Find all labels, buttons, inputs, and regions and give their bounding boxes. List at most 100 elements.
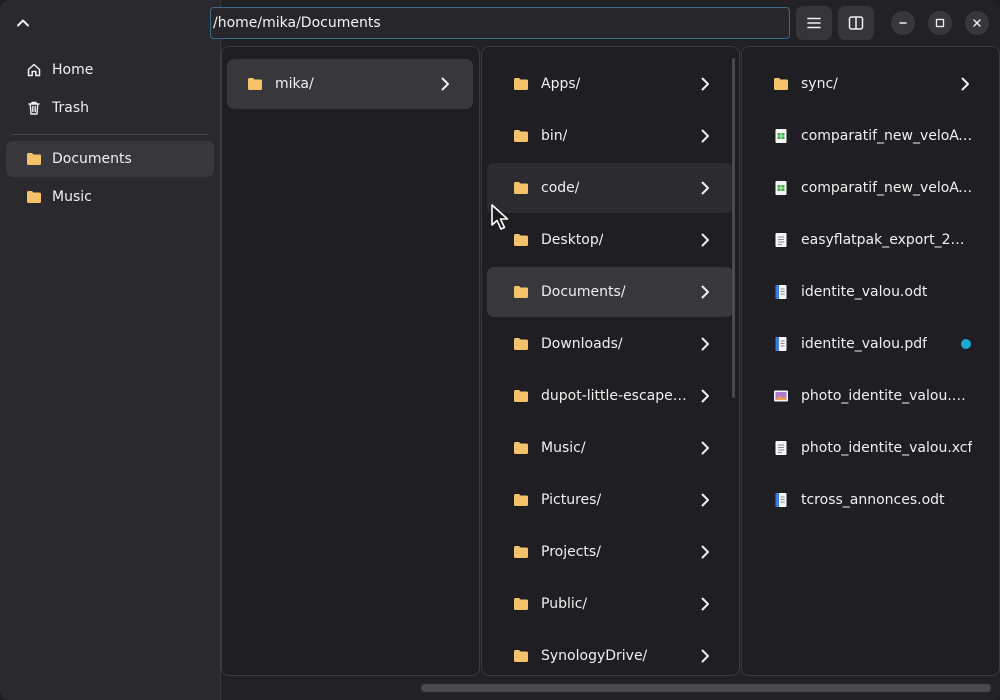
sidebar-item-trash[interactable]: Trash <box>6 90 214 126</box>
item-label: Apps/ <box>541 76 581 92</box>
folder-icon <box>773 76 789 92</box>
close-button[interactable] <box>965 11 989 35</box>
maximize-button[interactable] <box>928 11 952 35</box>
sidebar-item-home[interactable]: Home <box>6 52 214 88</box>
item-label: mika/ <box>275 76 314 92</box>
list-item[interactable]: identite_valou.pdf <box>747 319 993 369</box>
folder-icon <box>513 596 529 612</box>
folder-icon <box>26 151 42 167</box>
vertical-scrollbar[interactable] <box>732 58 735 398</box>
item-label: Pictures/ <box>541 492 602 508</box>
list-view-button[interactable] <box>796 6 832 40</box>
chevron-right-icon <box>697 492 713 508</box>
trash-icon <box>26 100 42 116</box>
location-text: /home/mika/Documents <box>213 15 381 31</box>
chevron-right-icon <box>697 76 713 92</box>
list-item[interactable]: SynologyDrive/ <box>487 631 733 675</box>
sidebar-item-documents[interactable]: Documents <box>6 141 214 177</box>
list-item[interactable]: Desktop/ <box>487 215 733 265</box>
menu-icon <box>807 17 821 29</box>
chevron-right-icon <box>697 648 713 664</box>
folder-icon <box>513 232 529 248</box>
item-label: Projects/ <box>541 544 601 560</box>
close-icon <box>973 19 981 27</box>
sidebar: Home Trash Documents Music <box>0 0 221 700</box>
column-view-button[interactable] <box>838 6 874 40</box>
item-label: SynologyDrive/ <box>541 648 648 664</box>
status-badge <box>961 339 971 349</box>
location-entry[interactable]: /home/mika/Documents <box>210 7 790 39</box>
item-label: Documents/ <box>541 284 626 300</box>
item-label: identite_valou.pdf <box>801 336 928 352</box>
list-item[interactable]: Projects/ <box>487 527 733 577</box>
item-label: easyflatpak_export_2026-… <box>801 232 973 248</box>
chevron-right-icon <box>437 76 453 92</box>
item-label: comparatif_new_veloAvril… <box>801 128 973 144</box>
chevron-right-icon <box>697 180 713 196</box>
column-mika: Apps/bin/code/Desktop/Documents/Download… <box>481 46 740 676</box>
go-up-button[interactable] <box>8 8 38 38</box>
item-label: sync/ <box>801 76 838 92</box>
mouse-cursor-icon <box>491 204 509 230</box>
folder-icon <box>513 648 529 664</box>
list-item[interactable]: Music/ <box>487 423 733 473</box>
list-item[interactable]: photo_identite_valou.xcf <box>747 423 993 473</box>
list-item[interactable]: photo_identite_valou.png <box>747 371 993 421</box>
list-item[interactable]: tcross_annonces.odt <box>747 475 993 525</box>
list-item[interactable]: Pictures/ <box>487 475 733 525</box>
item-label: code/ <box>541 180 580 196</box>
column-home: mika/ <box>221 46 480 676</box>
split-view-icon <box>848 16 864 30</box>
item-label: photo_identite_valou.png <box>801 388 973 404</box>
list-item-mika[interactable]: mika/ <box>227 59 473 109</box>
list-item[interactable]: dupot-little-escape-pix… <box>487 371 733 421</box>
sidebar-item-label: Trash <box>52 100 89 116</box>
list-item[interactable]: bin/ <box>487 111 733 161</box>
folder-icon <box>513 492 529 508</box>
image-file-icon <box>773 388 789 404</box>
sidebar-item-music[interactable]: Music <box>6 179 214 215</box>
text-file-icon <box>773 232 789 248</box>
horizontal-scrollbar[interactable] <box>421 684 991 692</box>
list-item[interactable]: Downloads/ <box>487 319 733 369</box>
document-icon <box>773 284 789 300</box>
folder-icon <box>26 189 42 205</box>
maximize-icon <box>935 18 945 28</box>
item-label: Music/ <box>541 440 586 456</box>
sidebar-item-label: Music <box>52 189 92 205</box>
chevron-right-icon <box>697 336 713 352</box>
folder-icon <box>513 388 529 404</box>
folder-icon <box>513 128 529 144</box>
item-label: Downloads/ <box>541 336 623 352</box>
folder-icon <box>513 544 529 560</box>
folder-icon <box>513 284 529 300</box>
list-item[interactable]: code/ <box>487 163 733 213</box>
list-item[interactable]: comparatif_new_veloAvril… <box>747 163 993 213</box>
list-item[interactable]: Documents/ <box>487 267 733 317</box>
folder-icon <box>247 76 263 92</box>
list-item[interactable]: Public/ <box>487 579 733 629</box>
list-item[interactable]: easyflatpak_export_2026-… <box>747 215 993 265</box>
file-chooser-window: Home Trash Documents Music /home/mika/Do… <box>0 0 1000 700</box>
item-label: Desktop/ <box>541 232 604 248</box>
list-item[interactable]: Apps/ <box>487 59 733 109</box>
chevron-right-icon <box>957 76 973 92</box>
list-item[interactable]: sync/ <box>747 59 993 109</box>
sidebar-item-label: Home <box>52 62 94 78</box>
sidebar-item-label: Documents <box>52 151 132 167</box>
folder-icon <box>513 440 529 456</box>
minimize-icon <box>899 22 907 24</box>
folder-icon <box>513 336 529 352</box>
minimize-button[interactable] <box>891 11 915 35</box>
item-label: photo_identite_valou.xcf <box>801 440 973 456</box>
item-label: dupot-little-escape-pix… <box>541 388 691 404</box>
column-documents: sync/comparatif_new_veloAvril… comparatif… <box>741 46 1000 676</box>
chevron-right-icon <box>697 232 713 248</box>
chevron-up-icon <box>17 19 29 27</box>
spreadsheet-icon <box>773 180 789 196</box>
chevron-right-icon <box>697 544 713 560</box>
list-item[interactable]: comparatif_new_veloAvril… <box>747 111 993 161</box>
home-icon <box>26 62 42 78</box>
chevron-right-icon <box>697 388 713 404</box>
list-item[interactable]: identite_valou.odt <box>747 267 993 317</box>
